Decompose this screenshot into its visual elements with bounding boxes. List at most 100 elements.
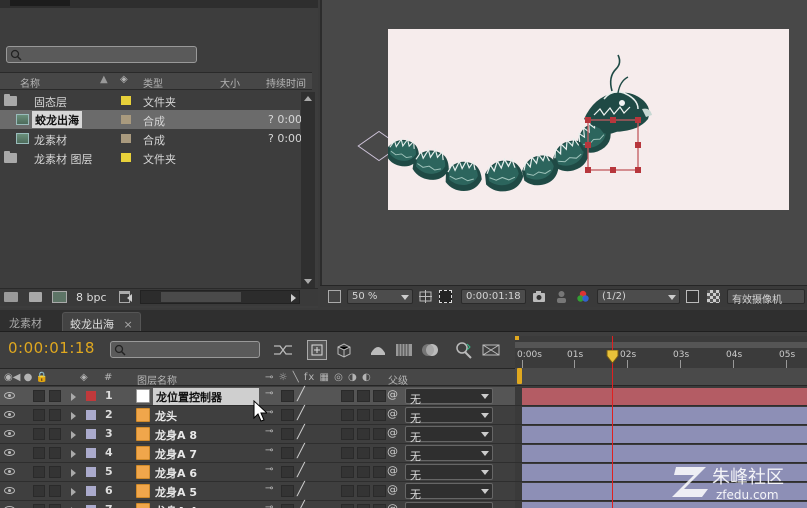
- layer-label-swatch[interactable]: [86, 410, 96, 420]
- region-of-interest-icon[interactable]: [686, 290, 699, 303]
- motion-blur-icon[interactable]: [420, 340, 440, 360]
- quality-switch-icon[interactable]: ╱: [297, 425, 305, 440]
- frame-blend-switch[interactable]: [357, 466, 370, 478]
- shy-switch-icon[interactable]: ⊸: [265, 445, 273, 456]
- layer-label-swatch[interactable]: [86, 448, 96, 458]
- camera-select[interactable]: 有效摄像机: [727, 289, 805, 306]
- layer-name[interactable]: 龙身A 7: [155, 446, 197, 462]
- shy-switch-icon[interactable]: ⊸: [265, 483, 273, 494]
- audio-toggle[interactable]: [33, 466, 45, 478]
- motion-blur-switch[interactable]: [373, 466, 386, 478]
- column-duration[interactable]: 持续时间: [266, 75, 306, 90]
- collapse-switch[interactable]: [281, 485, 294, 497]
- work-area-bar[interactable]: [515, 342, 807, 348]
- label-tag-icon[interactable]: ◈: [120, 74, 128, 85]
- graph-editor-icon[interactable]: [453, 340, 473, 360]
- quality-switch-icon[interactable]: ╱: [297, 387, 305, 402]
- effect-switch[interactable]: [341, 466, 354, 478]
- parent-select[interactable]: 无: [405, 407, 493, 425]
- layer-row[interactable]: 3 龙身A 8 ⊸ ╱ @ 无: [0, 425, 515, 444]
- parent-select[interactable]: 无: [405, 388, 493, 406]
- label-swatch[interactable]: [121, 115, 131, 124]
- frame-blending-icon[interactable]: [394, 340, 414, 360]
- frame-blend-switch[interactable]: [357, 428, 370, 440]
- visibility-eye-icon[interactable]: [4, 392, 15, 399]
- timeline-current-time[interactable]: 0:00:01:18: [8, 339, 95, 357]
- zoom-select[interactable]: 50 %: [347, 289, 413, 304]
- audio-toggle[interactable]: [33, 428, 45, 440]
- project-item-dragon-layers-folder[interactable]: 龙素材 图层 文件夹: [0, 148, 300, 167]
- composition-canvas[interactable]: [388, 29, 789, 210]
- layer-label-swatch[interactable]: [86, 486, 96, 496]
- project-item-main-comp[interactable]: 蛟龙出海 合成 ? 0:00: [0, 110, 302, 129]
- new-folder-icon[interactable]: [29, 292, 42, 302]
- solo-toggle[interactable]: [49, 504, 61, 508]
- effect-switch[interactable]: [341, 390, 354, 402]
- collapse-switch[interactable]: [281, 447, 294, 459]
- expand-triangle-icon[interactable]: [71, 450, 76, 458]
- visibility-eye-icon[interactable]: [4, 487, 15, 494]
- layer-label-swatch[interactable]: [86, 429, 96, 439]
- playhead-marker[interactable]: [606, 350, 619, 364]
- expand-triangle-icon[interactable]: [71, 488, 76, 496]
- scroll-up-icon[interactable]: [304, 96, 312, 101]
- layer-label-swatch[interactable]: [86, 391, 96, 401]
- layer-name[interactable]: 龙头: [155, 408, 177, 424]
- close-icon[interactable]: ×: [124, 318, 133, 331]
- sort-asc-icon[interactable]: ▲: [100, 74, 108, 85]
- frame-blend-switch[interactable]: [357, 447, 370, 459]
- solo-toggle[interactable]: [49, 428, 61, 440]
- audio-toggle[interactable]: [33, 485, 45, 497]
- expand-triangle-icon[interactable]: [71, 431, 76, 439]
- layer-row[interactable]: 7 龙身A 4 ⊸ ╱ @ 无: [0, 501, 515, 508]
- show-snapshot-icon[interactable]: [555, 290, 568, 303]
- pick-whip-icon[interactable]: @: [387, 445, 398, 458]
- expand-triangle-icon[interactable]: [71, 469, 76, 477]
- current-time-display[interactable]: 0:00:01:18: [461, 289, 526, 304]
- layer-row[interactable]: 4 龙身A 7 ⊸ ╱ @ 无: [0, 444, 515, 463]
- solo-toggle[interactable]: [49, 447, 61, 459]
- tab-dragon-material[interactable]: 龙素材: [2, 312, 49, 331]
- audio-toggle[interactable]: [33, 409, 45, 421]
- pick-whip-icon[interactable]: @: [387, 407, 398, 420]
- project-search-input[interactable]: [6, 46, 197, 63]
- visibility-eye-icon[interactable]: [4, 449, 15, 456]
- effect-switch[interactable]: [341, 428, 354, 440]
- frame-blend-switch[interactable]: [357, 390, 370, 402]
- collapse-switch[interactable]: [281, 504, 294, 508]
- pick-whip-icon[interactable]: @: [387, 388, 398, 401]
- frame-blend-switch[interactable]: [357, 485, 370, 497]
- pick-whip-icon[interactable]: @: [387, 502, 398, 508]
- project-item-solids-folder[interactable]: 固态层 文件夹: [0, 91, 300, 110]
- layer-row[interactable]: 6 龙身A 5 ⊸ ╱ @ 无: [0, 482, 515, 501]
- effect-switch[interactable]: [341, 485, 354, 497]
- effect-switch[interactable]: [341, 447, 354, 459]
- project-horizontal-scrollbar[interactable]: [127, 290, 300, 304]
- layer-name[interactable]: 龙身A 5: [155, 484, 197, 500]
- expand-triangle-icon[interactable]: [71, 412, 76, 420]
- pick-whip-icon[interactable]: @: [387, 426, 398, 439]
- live-update-icon[interactable]: [307, 340, 327, 360]
- solo-toggle[interactable]: [49, 409, 61, 421]
- visibility-eye-icon[interactable]: [4, 430, 15, 437]
- solo-toggle[interactable]: [49, 485, 61, 497]
- shy-switch-icon[interactable]: ⊸: [265, 388, 273, 399]
- motion-blur-switch[interactable]: [373, 409, 386, 421]
- motion-blur-switch[interactable]: [373, 485, 386, 497]
- parent-select[interactable]: 无: [405, 445, 493, 463]
- channel-rgb-icon[interactable]: [576, 290, 589, 303]
- solo-toggle[interactable]: [49, 390, 61, 402]
- shy-switch-icon[interactable]: ⊸: [265, 502, 273, 508]
- layer-row[interactable]: 5 龙身A 6 ⊸ ╱ @ 无: [0, 463, 515, 482]
- camera-snapshot-icon[interactable]: [532, 290, 545, 303]
- shy-switch-icon[interactable]: ⊸: [265, 426, 273, 437]
- quality-switch-icon[interactable]: ╱: [297, 444, 305, 459]
- resolution-select[interactable]: (1/2): [597, 289, 680, 304]
- scroll-thumb[interactable]: [161, 292, 241, 302]
- project-scrollbar[interactable]: [301, 92, 315, 288]
- safe-zones-icon[interactable]: [419, 290, 432, 303]
- column-name[interactable]: 名称: [20, 75, 40, 90]
- pick-whip-icon[interactable]: @: [387, 464, 398, 477]
- collapse-switch[interactable]: [281, 466, 294, 478]
- collapse-switch[interactable]: [281, 390, 294, 402]
